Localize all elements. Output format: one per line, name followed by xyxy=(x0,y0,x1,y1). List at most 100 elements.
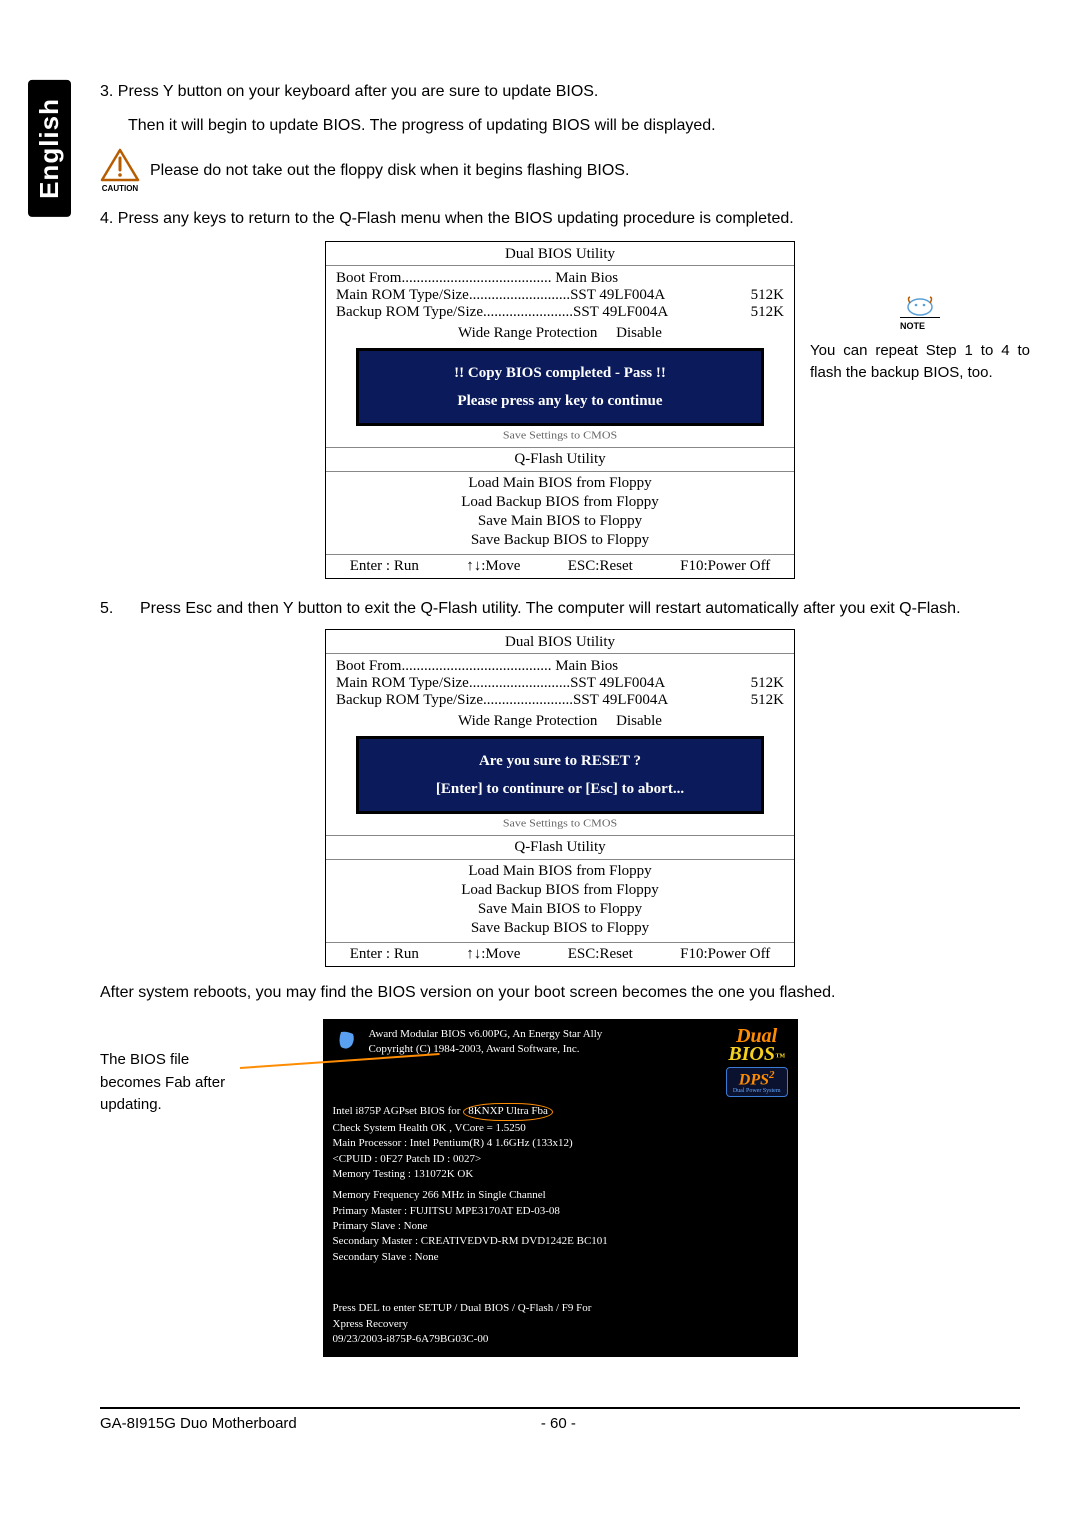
bios-file-note: The BIOS file becomes Fab after updating… xyxy=(100,1049,290,1117)
under-inner: Save Settings to CMOS xyxy=(336,429,784,443)
dots: ........................................ xyxy=(401,658,551,675)
caution-text: Please do not take out the floppy disk w… xyxy=(150,162,629,180)
dots: ........................... xyxy=(469,287,570,304)
ctrl-move: ↑↓:Move xyxy=(466,946,520,963)
qflash-menu[interactable]: Load Main BIOS from Floppy Load Backup B… xyxy=(326,860,794,942)
boot-a4: <CPUID : 0F27 Patch ID : 0027> xyxy=(333,1152,788,1167)
dual-bios-logo: Dual BIOS™ xyxy=(726,1027,788,1063)
boot-b5: Secondary Slave : None xyxy=(333,1250,788,1265)
side-note: NOTE You can repeat Step 1 to 4 to flash… xyxy=(810,291,1030,385)
ctrl-esc: ESC:Reset xyxy=(568,946,633,963)
boot-hdr1: Award Modular BIOS v6.00PG, An Energy St… xyxy=(369,1027,718,1042)
boot-c3: 09/23/2003-i875P-6A79BG03C-00 xyxy=(333,1332,788,1347)
backuprom-label: Backup ROM Type/Size xyxy=(336,304,483,321)
language-tab: English xyxy=(28,80,71,217)
dps: DPS xyxy=(739,1071,769,1088)
boot-a1a: Intel i875P AGPset BIOS for xyxy=(333,1105,461,1117)
note-icon xyxy=(901,291,939,317)
menu-item[interactable]: Load Backup BIOS from Floppy xyxy=(326,881,794,900)
bios-panel-1: Dual BIOS Utility Boot From ............… xyxy=(325,241,795,579)
page-footer: GA-8I915G Duo Motherboard - 60 - xyxy=(100,1407,1020,1432)
ctrl-f10: F10:Power Off xyxy=(680,558,770,575)
wr-label: Wide Range Protection xyxy=(458,713,597,729)
qflash-menu[interactable]: Load Main BIOS from Floppy Load Backup B… xyxy=(326,472,794,554)
footer-left: GA-8I915G Duo Motherboard xyxy=(100,1415,297,1432)
under-inner: Save Settings to CMOS xyxy=(336,817,784,831)
ctrl-enter: Enter : Run xyxy=(350,558,419,575)
backuprom-label: Backup ROM Type/Size xyxy=(336,692,483,709)
boot-label: Boot From xyxy=(336,658,401,675)
ctrl-f10: F10:Power Off xyxy=(680,946,770,963)
dots: ........................ xyxy=(483,304,573,321)
boot-label: Boot From xyxy=(336,270,401,287)
mainrom-label: Main ROM Type/Size xyxy=(336,287,469,304)
step5-text: Press Esc and then Y button to exit the … xyxy=(140,597,961,621)
inner-line1: !! Copy BIOS completed - Pass !! xyxy=(365,361,755,385)
energy-star-icon xyxy=(333,1027,361,1055)
version-callout: 8KNXP Ultra Fba xyxy=(463,1103,553,1120)
dps-sub: Dual Power System xyxy=(733,1088,781,1094)
menu-item[interactable]: Save Backup BIOS to Floppy xyxy=(326,531,794,550)
wr-val: Disable xyxy=(616,713,662,729)
ctrl-esc: ESC:Reset xyxy=(568,558,633,575)
footer-page: - 60 - xyxy=(541,1415,576,1432)
boot-c2: Xpress Recovery xyxy=(333,1317,788,1332)
inner-dialog-reset: Are you sure to RESET ? [Enter] to conti… xyxy=(356,736,764,814)
boot-b1: Memory Frequency 266 MHz in Single Chann… xyxy=(333,1188,788,1203)
mainrom-val: SST 49LF004A xyxy=(570,287,665,304)
backuprom-val: SST 49LF004A xyxy=(573,304,668,321)
note-label: NOTE xyxy=(900,317,940,334)
step-3-line2: Then it will begin to update BIOS. The p… xyxy=(128,114,1020,138)
dots: ........................................ xyxy=(401,270,551,287)
mainrom-size: 512K xyxy=(731,287,784,304)
qflash-title: Q-Flash Utility xyxy=(326,835,794,860)
wr-label: Wide Range Protection xyxy=(458,325,597,341)
boot-logos: Dual BIOS™ DPS2 Dual Power System xyxy=(726,1027,788,1097)
step5-num: 5. xyxy=(100,597,140,621)
menu-item[interactable]: Save Main BIOS to Floppy xyxy=(326,900,794,919)
after-reboot-text: After system reboots, you may find the B… xyxy=(100,981,1020,1005)
boot-b3: Primary Slave : None xyxy=(333,1219,788,1234)
boot-a5: Memory Testing : 131072K OK xyxy=(333,1167,788,1182)
menu-item[interactable]: Save Backup BIOS to Floppy xyxy=(326,919,794,938)
backuprom-size: 512K xyxy=(731,304,784,321)
menu-item[interactable]: Load Backup BIOS from Floppy xyxy=(326,493,794,512)
boot-b4: Secondary Master : CREATIVEDVD-RM DVD124… xyxy=(333,1234,788,1249)
wr-val: Disable xyxy=(616,325,662,341)
dps-badge: DPS2 Dual Power System xyxy=(726,1067,788,1097)
menu-item[interactable]: Load Main BIOS from Floppy xyxy=(326,474,794,493)
boot-c1: Press DEL to enter SETUP / Dual BIOS / Q… xyxy=(333,1301,788,1316)
step-4: 4. Press any keys to return to the Q-Fla… xyxy=(100,207,1020,231)
menu-item[interactable]: Save Main BIOS to Floppy xyxy=(326,512,794,531)
menu-item[interactable]: Load Main BIOS from Floppy xyxy=(326,862,794,881)
controls: Enter : Run ↑↓:Move ESC:Reset F10:Power … xyxy=(326,942,794,966)
caution-block: CAUTION Please do not take out the flopp… xyxy=(100,148,1020,193)
bios-title: Dual BIOS Utility xyxy=(326,630,794,654)
inner-line2: [Enter] to continure or [Esc] to abort..… xyxy=(365,777,755,801)
ctrl-move: ↑↓:Move xyxy=(466,558,520,575)
boot-a3: Main Processor : Intel Pentium(R) 4 1.6G… xyxy=(333,1136,788,1151)
mainrom-val: SST 49LF004A xyxy=(570,675,665,692)
dots: ........................... xyxy=(469,675,570,692)
note-line: updating. xyxy=(100,1094,290,1117)
bios-panel-2: Dual BIOS Utility Boot From ............… xyxy=(325,629,795,967)
dots: ........................ xyxy=(483,692,573,709)
boot-screen: Award Modular BIOS v6.00PG, An Energy St… xyxy=(323,1019,798,1357)
mainrom-label: Main ROM Type/Size xyxy=(336,675,469,692)
boot-b2: Primary Master : FUJITSU MPE3170AT ED-03… xyxy=(333,1204,788,1219)
dual-b: BIOS xyxy=(728,1043,775,1065)
bios-title: Dual BIOS Utility xyxy=(326,242,794,266)
backuprom-val: SST 49LF004A xyxy=(573,692,668,709)
step-5: 5. Press Esc and then Y button to exit t… xyxy=(100,597,1020,621)
backuprom-size: 512K xyxy=(731,692,784,709)
note-line: The BIOS file xyxy=(100,1049,290,1072)
inner-line2: Please press any key to continue xyxy=(365,389,755,413)
boot-val: Main Bios xyxy=(555,658,618,675)
note-text: You can repeat Step 1 to 4 to flash the … xyxy=(810,340,1030,385)
boot-val: Main Bios xyxy=(555,270,618,287)
ctrl-enter: Enter : Run xyxy=(350,946,419,963)
inner-dialog-pass: !! Copy BIOS completed - Pass !! Please … xyxy=(356,348,764,426)
mainrom-size: 512K xyxy=(731,675,784,692)
note-line: becomes Fab after xyxy=(100,1072,290,1095)
boot-a2: Check System Health OK , VCore = 1.5250 xyxy=(333,1121,788,1136)
